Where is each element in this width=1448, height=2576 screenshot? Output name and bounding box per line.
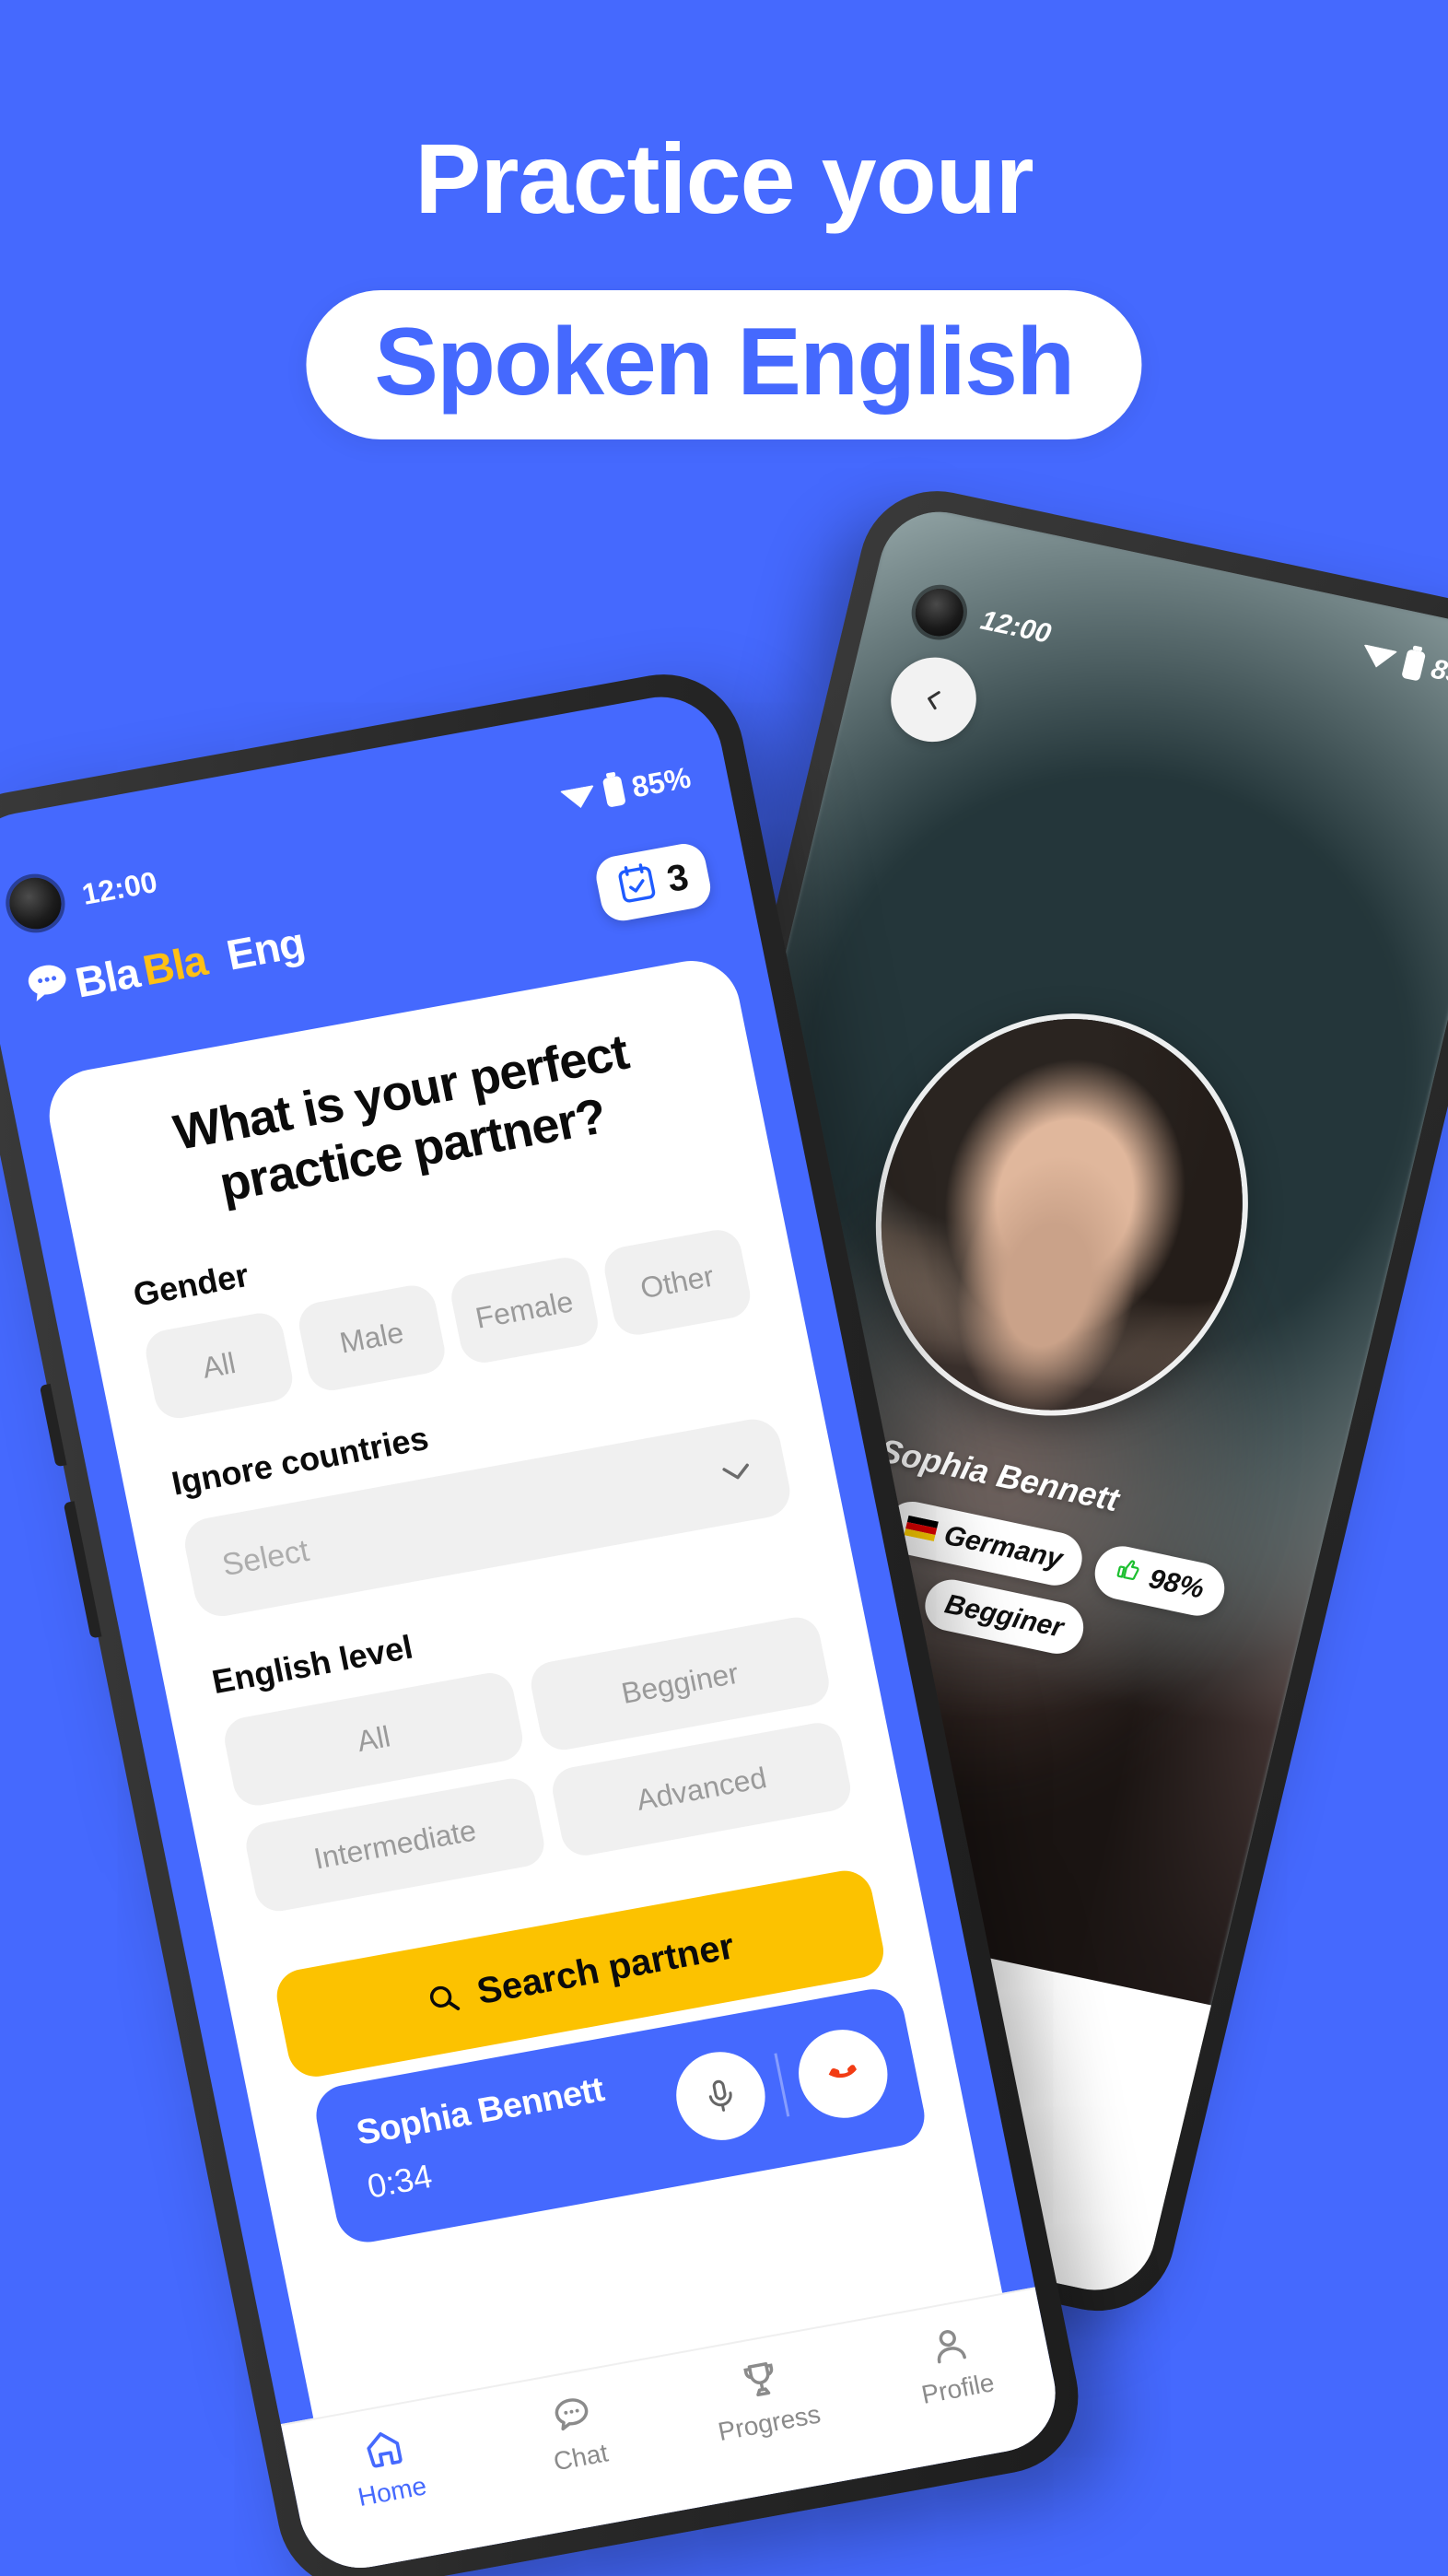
search-icon: [429, 1986, 461, 2011]
person-icon: [937, 2330, 966, 2364]
nav-item-home[interactable]: Home: [286, 2411, 490, 2523]
thumbs-up-icon: [1112, 1555, 1145, 1593]
streak-count: 3: [663, 856, 693, 900]
flag-germany-glyph: [904, 1515, 940, 1542]
camera-punch-hole-icon: [5, 873, 66, 933]
nav-label-profile: Profile: [918, 2368, 998, 2409]
mute-button[interactable]: [668, 2044, 774, 2148]
microphone-icon: [708, 2079, 732, 2112]
hero-section: Practice your Spoken English: [0, 0, 1448, 498]
app-logo: Bla Bla Eng: [22, 916, 309, 1017]
battery-icon: [1401, 649, 1427, 682]
badge-rating-label: 98%: [1145, 1563, 1208, 1605]
headline-line-1: Practice your: [415, 123, 1033, 234]
battery-percent: 85%: [628, 760, 694, 804]
wifi-icon: [1359, 644, 1398, 672]
nav-item-profile[interactable]: Profile: [851, 2309, 1056, 2420]
battery-percent: 85%: [1428, 653, 1448, 696]
app-logo-part3: Eng: [222, 918, 309, 979]
streak-badge[interactable]: 3: [591, 840, 715, 925]
active-call-actions: [668, 2022, 896, 2148]
chevron-down-icon: [722, 1464, 750, 1480]
countries-select-placeholder: Select: [219, 1532, 312, 1584]
battery-icon: [601, 775, 626, 808]
chevron-left-icon: [928, 691, 940, 710]
call-actions-divider: [774, 2053, 790, 2117]
end-call-button[interactable]: [790, 2022, 896, 2125]
app-logo-part1: Bla: [71, 947, 144, 1006]
calendar-check-glyph: [618, 863, 655, 903]
thumbs-up-glyph: [1117, 1560, 1140, 1581]
home-icon: [367, 2431, 403, 2468]
nav-label-home: Home: [355, 2471, 429, 2512]
chat-icon: [555, 2398, 589, 2431]
phone-hangup-icon: [828, 2065, 857, 2078]
calendar-check-icon: [614, 861, 660, 909]
wifi-icon: [559, 784, 599, 811]
nav-label-chat: Chat: [551, 2438, 611, 2476]
app-logo-part2: Bla: [138, 935, 211, 994]
headline-pill: Spoken English: [306, 290, 1142, 439]
nav-label-progress: Progress: [715, 2399, 823, 2446]
gender-chip-male[interactable]: Male: [294, 1282, 450, 1395]
nav-item-progress[interactable]: Progress: [662, 2343, 867, 2454]
gender-chip-other[interactable]: Other: [600, 1226, 754, 1340]
gender-chip-all[interactable]: All: [142, 1309, 297, 1423]
status-indicators: 85%: [558, 761, 694, 818]
nav-item-chat[interactable]: Chat: [473, 2377, 678, 2488]
chat-bubble-glyph: [28, 965, 66, 1001]
search-partner-label: Search partner: [473, 1926, 738, 2012]
flag-germany-icon: [902, 1512, 940, 1549]
chat-bubble-icon: [22, 958, 76, 1017]
active-call-info: Sophia Bennett 0:34: [354, 2071, 619, 2207]
status-time: 12:00: [78, 864, 160, 911]
trophy-icon: [743, 2362, 774, 2397]
headline-line-2: Spoken English: [374, 309, 1075, 416]
gender-chip-female[interactable]: Female: [447, 1254, 602, 1367]
